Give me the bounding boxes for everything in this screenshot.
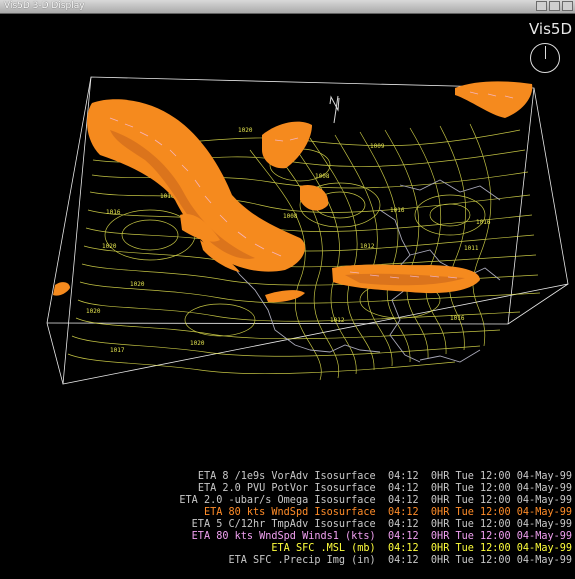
legend-date: 0HR Tue 12:00 04-May-99 xyxy=(430,483,572,494)
window-title: Vis5D 3-D Display xyxy=(4,1,85,11)
isobar-label: 1020 xyxy=(130,281,145,288)
legend-date: 0HR Tue 12:00 04-May-99 xyxy=(430,543,572,554)
isobar-label: 1020 xyxy=(238,127,253,134)
legend-label: ETA 2.0 PVU PotVor Isosurface xyxy=(197,483,376,494)
legend-time: 04:12 xyxy=(387,471,419,482)
legend-label: ETA SFC .Precip Img (in) xyxy=(228,555,376,566)
isobar-label: 1012 xyxy=(360,243,375,250)
legend-time: 04:12 xyxy=(387,495,419,506)
isobar-label: 1016 xyxy=(390,207,405,214)
legend-label: ETA 80 kts WndSpd Isosurface xyxy=(203,507,376,518)
legend-date: 0HR Tue 12:00 04-May-99 xyxy=(430,519,572,530)
legend-time: 04:12 xyxy=(387,507,419,518)
legend-time: 04:12 xyxy=(387,531,419,542)
isobar-label: 1016 xyxy=(476,219,491,226)
3d-display-canvas[interactable]: 1016 1020 1020 1020 1020 1017 1012 1016 … xyxy=(0,14,575,454)
legend-date: 0HR Tue 12:00 04-May-99 xyxy=(430,471,572,482)
legend-time: 04:12 xyxy=(387,555,419,566)
legend-date: 0HR Tue 12:00 04-May-99 xyxy=(430,495,572,506)
isobar-label: 1017 xyxy=(110,347,125,354)
legend-label: ETA 8 /1e9s VorAdv Isosurface xyxy=(197,471,376,482)
isobar-label: 1020 xyxy=(102,243,117,250)
legend-label: ETA SFC .MSL (mb) xyxy=(271,543,376,554)
isobar-label: 1016 xyxy=(450,315,465,322)
maximize-button[interactable] xyxy=(549,1,560,11)
legend-time: 04:12 xyxy=(387,543,419,554)
isobar-label: 1011 xyxy=(464,245,479,252)
close-button[interactable] xyxy=(562,1,573,11)
legend-date: 0HR Tue 12:00 04-May-99 xyxy=(430,531,572,542)
legend-label: ETA 5 C/12hr TmpAdv Isosurface xyxy=(191,519,376,530)
isobar-label: 1012 xyxy=(330,317,345,324)
isobar-label: 1020 xyxy=(86,308,101,315)
legend-row[interactable]: ETA 8 /1e9s VorAdv Isosurface 04:12 0HR … xyxy=(120,459,572,482)
isobar-label: 1008 xyxy=(315,173,330,180)
isobar-label: 1020 xyxy=(190,340,205,347)
vis5d-logo: Vis5D xyxy=(529,20,573,38)
minimize-button[interactable] xyxy=(536,1,547,11)
compass-icon xyxy=(530,43,560,73)
legend-label: ETA 2.0 -ubar/s Omega Isosurface xyxy=(179,495,376,506)
legend-time: 04:12 xyxy=(387,483,419,494)
legend-date: 0HR Tue 12:00 04-May-99 xyxy=(430,555,572,566)
isobar-label: 1008 xyxy=(283,213,298,220)
isobar-label: 1009 xyxy=(370,143,385,150)
legend-time: 04:12 xyxy=(387,519,419,530)
legend-panel: ETA 8 /1e9s VorAdv Isosurface 04:12 0HR … xyxy=(120,459,572,566)
north-arrow-icon xyxy=(329,95,340,124)
isobar-label: 1016 xyxy=(106,209,121,216)
window-titlebar[interactable]: Vis5D 3-D Display xyxy=(0,0,575,14)
legend-date: 0HR Tue 12:00 04-May-99 xyxy=(430,507,572,518)
legend-label: ETA 80 kts WndSpd Winds1 (kts) xyxy=(191,531,376,542)
